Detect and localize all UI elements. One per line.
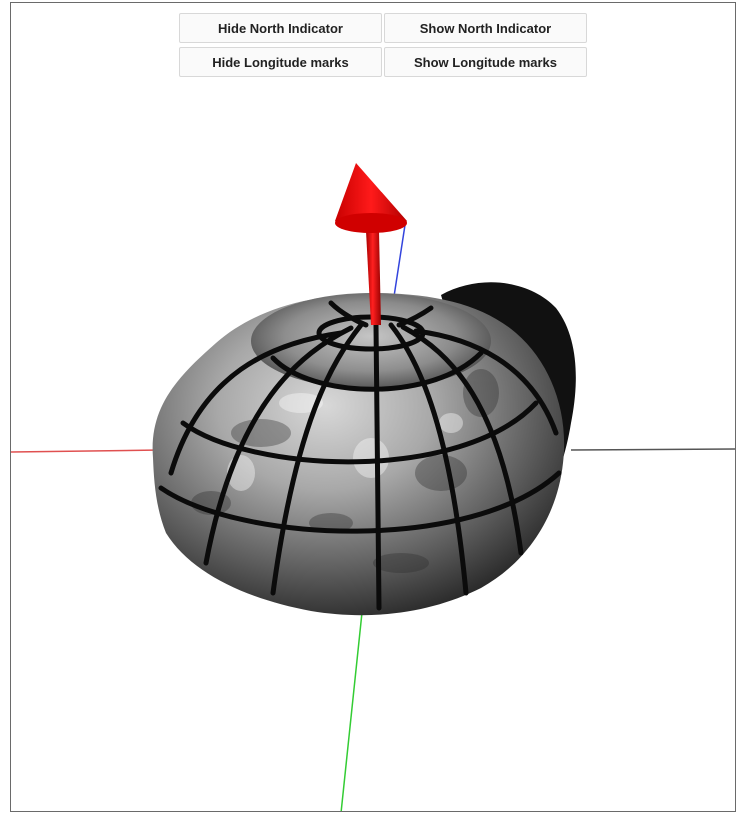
3d-scene[interactable] xyxy=(11,3,736,812)
3d-viewport[interactable]: Hide North Indicator Show North Indicato… xyxy=(10,2,736,812)
axis-x-positive xyxy=(570,448,735,451)
axis-y xyxy=(340,602,364,811)
hide-longitude-marks-button[interactable]: Hide Longitude marks xyxy=(179,47,382,77)
rock-model[interactable] xyxy=(152,282,576,616)
axis-x-negative xyxy=(11,449,162,453)
show-longitude-marks-button[interactable]: Show Longitude marks xyxy=(384,47,587,77)
toolbar: Hide North Indicator Show North Indicato… xyxy=(179,13,587,77)
hide-north-indicator-button[interactable]: Hide North Indicator xyxy=(179,13,382,43)
show-north-indicator-button[interactable]: Show North Indicator xyxy=(384,13,587,43)
axis-z xyxy=(392,224,406,304)
